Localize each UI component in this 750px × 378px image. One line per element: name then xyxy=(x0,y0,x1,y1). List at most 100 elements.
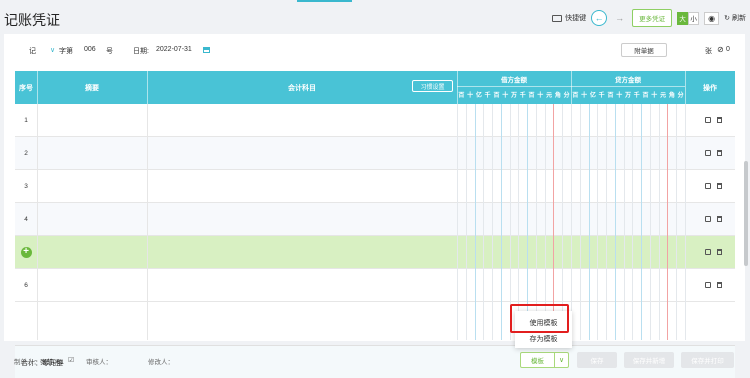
credit-unit-label: 角 xyxy=(668,93,675,99)
grid-line xyxy=(606,104,608,340)
grid-line xyxy=(614,104,616,340)
table-row[interactable]: 1 xyxy=(15,104,735,137)
header-toolbar: 快捷键 ← → 更多凭证 大 小 ◉ ↻ 刷新 xyxy=(552,9,746,27)
row-ops xyxy=(698,137,728,169)
zhang-label: 张 xyxy=(705,48,712,55)
credit-unit-label: 千 xyxy=(633,93,640,99)
trash-icon[interactable] xyxy=(716,150,722,156)
copy-icon[interactable] xyxy=(704,249,711,255)
debit-unit-label: 百 xyxy=(493,93,500,99)
row-number: 2 xyxy=(24,149,28,157)
word-select[interactable]: 字第 xyxy=(59,46,73,56)
more-vouchers-button[interactable]: 更多凭证 xyxy=(632,9,673,27)
chevron-down-icon[interactable]: ∨ xyxy=(555,353,568,367)
trash-icon[interactable] xyxy=(716,183,722,189)
credit-unit-label: 亿 xyxy=(589,93,596,99)
grid-line xyxy=(685,104,686,340)
add-row-icon[interactable]: + xyxy=(20,246,32,258)
calendar-icon[interactable] xyxy=(203,47,210,53)
voucher-type: 记 xyxy=(29,48,36,55)
eye-icon[interactable]: ◉ xyxy=(704,11,720,25)
credit-unit-label: 百 xyxy=(642,93,649,99)
size-large-button[interactable]: 大 xyxy=(677,11,689,25)
table-row[interactable]: 2 xyxy=(15,137,735,170)
attachment-count: 0 xyxy=(726,46,730,53)
maker-name: 张楚001 xyxy=(40,359,64,366)
credit-unit-label: 百 xyxy=(607,93,614,99)
col-credit: 贷方金额 xyxy=(615,76,641,84)
save-print-button[interactable]: 保存并打印 xyxy=(681,352,734,368)
row-ops xyxy=(698,170,728,202)
table-row[interactable]: 4 xyxy=(15,203,735,236)
hotkey-button[interactable]: 快捷键 xyxy=(552,13,586,23)
trash-icon[interactable] xyxy=(716,117,722,123)
refresh-icon: ↻ xyxy=(724,15,730,22)
row-number: 1 xyxy=(24,116,28,124)
maker-label: 制单人： xyxy=(14,359,40,366)
credit-unit-label: 十 xyxy=(616,93,623,99)
debit-unit-label: 亿 xyxy=(475,93,482,99)
debit-unit-label: 元 xyxy=(546,93,553,99)
attachment-button[interactable]: 附单据 xyxy=(621,43,667,57)
grid-line xyxy=(658,104,660,340)
refresh-label: 刷新 xyxy=(732,15,746,22)
size-small-button[interactable]: 小 xyxy=(688,11,700,25)
chevron-down-icon[interactable]: ∨ xyxy=(50,46,55,54)
row-number: 3 xyxy=(24,182,28,190)
hao-label: 号 xyxy=(106,48,113,55)
arrow-left-icon: ← xyxy=(594,13,604,23)
save-new-button[interactable]: 保存并新增 xyxy=(624,352,674,368)
voucher-footer: 制单人： 张楚001 ☑ 审核人： 修改人： 模板 ∨ 保存 保存并新增 保存并… xyxy=(0,343,750,375)
copy-icon[interactable] xyxy=(704,150,711,156)
modifier-label: 修改人： xyxy=(148,359,174,366)
paperclip-icon[interactable]: ⊘ xyxy=(717,45,724,54)
row-ops xyxy=(698,104,728,136)
row-number: 4 xyxy=(24,215,28,223)
save-as-template-option[interactable]: 存为模板 xyxy=(515,332,572,345)
grid-line xyxy=(147,104,148,340)
save-button[interactable]: 保存 xyxy=(577,352,617,368)
table-row[interactable]: 3 xyxy=(15,170,735,203)
credit-unit-label: 分 xyxy=(677,93,684,99)
grid-line xyxy=(632,104,634,340)
credit-unit-label: 元 xyxy=(660,93,667,99)
copy-icon[interactable] xyxy=(704,117,711,123)
grid-line xyxy=(641,104,643,340)
template-button[interactable]: 模板 xyxy=(521,353,555,367)
grid-line xyxy=(588,104,590,340)
copy-icon[interactable] xyxy=(704,183,711,189)
credit-unit-label: 十 xyxy=(651,93,658,99)
grid-line xyxy=(500,104,502,340)
row-ops xyxy=(698,269,728,301)
trash-icon[interactable] xyxy=(716,216,722,222)
prev-voucher-button[interactable]: ← xyxy=(591,10,608,26)
voucher-number-input[interactable]: 006 xyxy=(84,46,96,53)
date-input[interactable]: 2022-07-31 xyxy=(156,46,192,53)
table-header: 序号 摘要 会计科目 习惯设置 借方金额 贷方金额 操作 百十亿千百十万千百十元… xyxy=(15,71,735,104)
trash-icon[interactable] xyxy=(716,249,722,255)
habit-setting-button[interactable]: 习惯设置 xyxy=(412,80,453,92)
copy-icon[interactable] xyxy=(704,282,711,288)
vertical-scrollbar[interactable] xyxy=(744,161,748,266)
debit-unit-label: 角 xyxy=(554,93,561,99)
row-ops xyxy=(698,203,728,235)
template-split-button: 模板 ∨ xyxy=(520,352,569,368)
trash-icon[interactable] xyxy=(716,282,722,288)
edit-icon[interactable]: ☑ xyxy=(68,356,74,364)
voucher-card: 记 ∨ 字第 006 号 日期: 2022-07-31 张 ⊘ 0 附单据 序号… xyxy=(4,34,748,378)
voucher-table: 序号 摘要 会计科目 习惯设置 借方金额 贷方金额 操作 百十亿千百十万千百十元… xyxy=(15,71,748,378)
row-ops xyxy=(698,236,728,268)
debit-unit-label: 万 xyxy=(510,93,517,99)
table-row-active[interactable]: + xyxy=(15,236,735,269)
refresh-button[interactable]: ↻ 刷新 xyxy=(724,13,746,23)
table-row[interactable]: 6 xyxy=(15,269,735,302)
grid-line xyxy=(492,104,494,340)
col-summary: 摘要 xyxy=(85,84,99,92)
date-label: 日期: xyxy=(133,48,149,55)
grid-line xyxy=(483,104,485,340)
arrow-right-icon[interactable]: → xyxy=(615,13,624,23)
grid-line xyxy=(465,104,467,340)
grid-line xyxy=(37,104,38,340)
grid-line xyxy=(579,104,581,340)
copy-icon[interactable] xyxy=(704,216,711,222)
